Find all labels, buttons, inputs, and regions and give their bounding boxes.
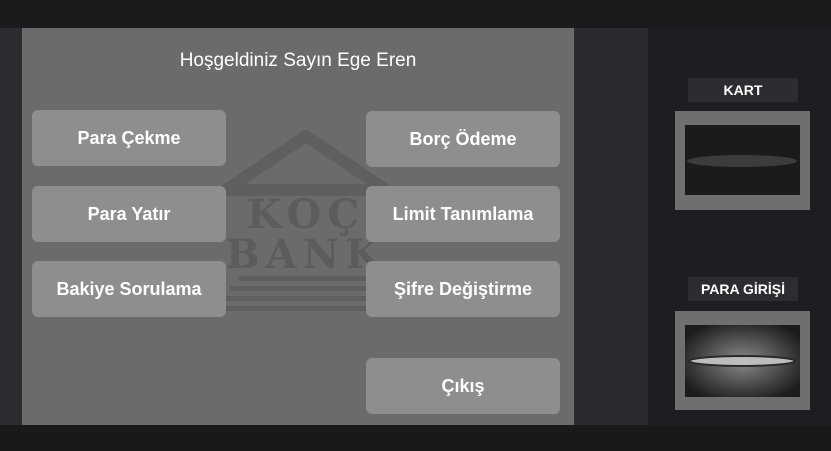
logo-step [230,286,382,291]
debt-payment-button[interactable]: Borç Ödeme [366,111,560,167]
exit-button[interactable]: Çıkış [366,358,560,414]
card-slit-icon [687,155,797,167]
right-bezel [574,28,648,425]
limit-definition-button[interactable]: Limit Tanımlama [366,186,560,242]
top-bezel [0,0,831,28]
balance-inquiry-button[interactable]: Bakiye Sorulama [32,261,226,317]
withdraw-button[interactable]: Para Çekme [32,110,226,166]
cash-slit-icon [685,325,800,397]
card-label: KART [688,78,798,102]
card-slot[interactable] [675,111,810,210]
logo-text-line2: BANK [226,231,386,278]
cash-slot-opening [685,325,800,397]
welcome-message: Hoşgeldiniz Sayın Ege Eren [179,50,417,71]
change-pin-button[interactable]: Şifre Değiştirme [366,261,560,317]
left-bezel [0,28,22,425]
logo-roof [220,130,392,196]
deposit-button[interactable]: Para Yatır [32,186,226,242]
cash-in-label: PARA GİRİŞİ [688,277,798,301]
logo-step [238,276,374,281]
logo-step [222,296,390,301]
bottom-bezel [0,425,831,451]
cash-in-slot[interactable] [675,311,810,410]
card-slot-opening [685,125,800,195]
atm-screen: Hoşgeldiniz Sayın Ege Eren KOÇ BANK Para… [22,28,574,425]
